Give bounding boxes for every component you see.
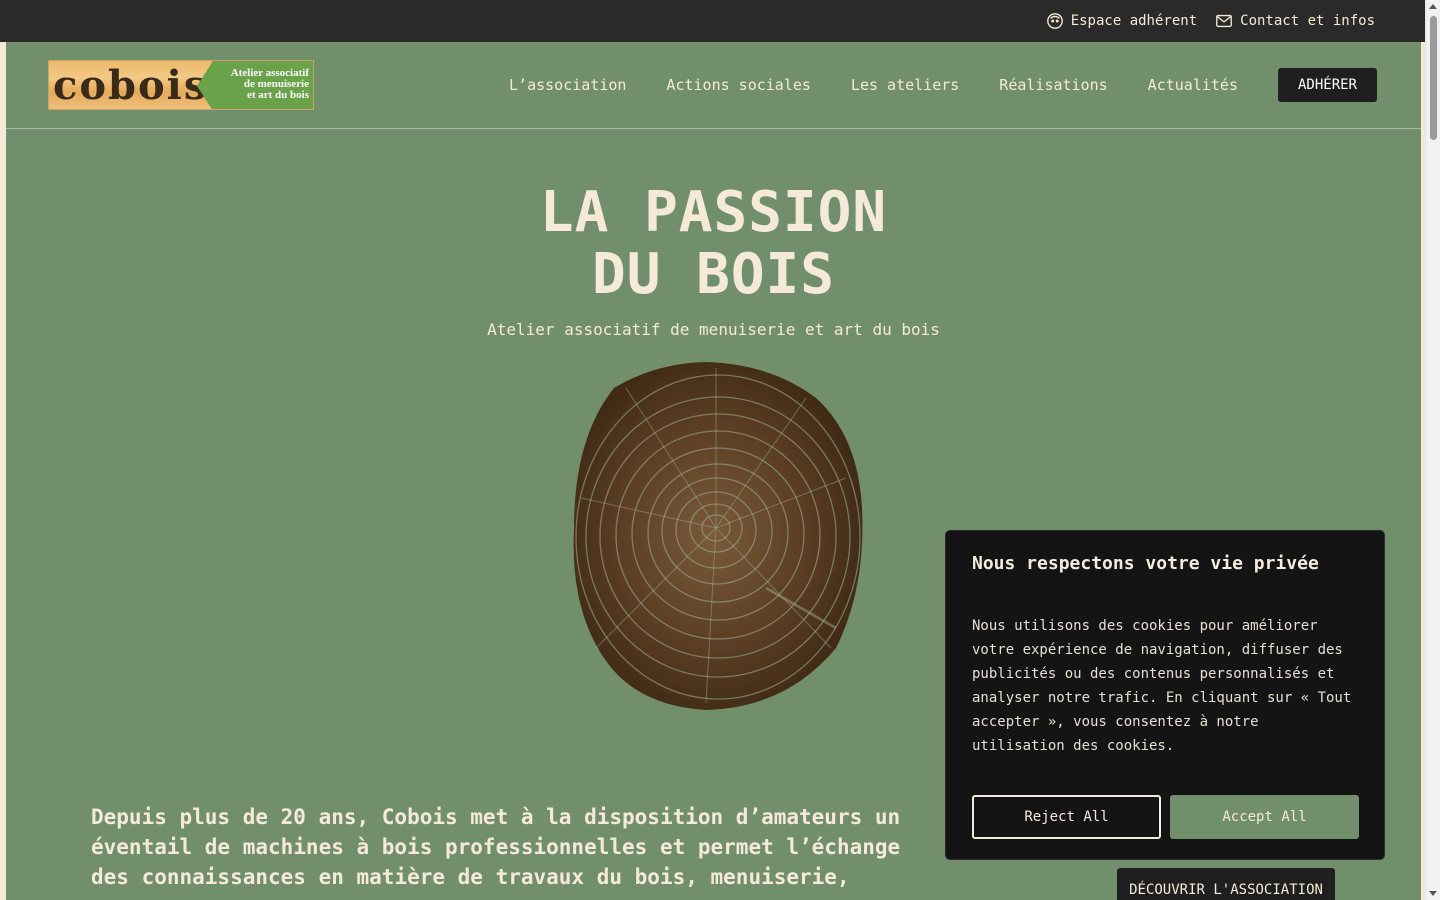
- page-scrollbar[interactable]: [1425, 0, 1440, 900]
- top-bar: Espace adhérent Contact et infos: [0, 0, 1425, 42]
- site-logo[interactable]: cobois Atelier associatif de menuiserie …: [48, 60, 314, 110]
- nav-item-news[interactable]: Actualités: [1148, 76, 1238, 94]
- nav-item-workshops[interactable]: Les ateliers: [851, 76, 959, 94]
- intro-text: Depuis plus de 20 ans, Cobois met à la d…: [91, 805, 901, 889]
- join-button[interactable]: ADHÉRER: [1277, 68, 1377, 102]
- discover-association-button[interactable]: DÉCOUVRIR L'ASSOCIATION: [1117, 868, 1335, 900]
- cookie-title: Nous respectons votre vie privée: [972, 553, 1319, 574]
- main-nav: L’association Actions sociales Les ateli…: [509, 68, 1377, 102]
- logo-tagline-line3: et art du bois: [246, 89, 309, 101]
- nav-item-achievements[interactable]: Réalisations: [999, 76, 1107, 94]
- hero-subtitle: Atelier associatif de menuiserie et art …: [487, 320, 940, 339]
- logo-tagline: Atelier associatif de menuiserie et art …: [212, 61, 313, 109]
- member-area-label: Espace adhérent: [1070, 13, 1198, 29]
- nav-item-association[interactable]: L’association: [509, 76, 626, 94]
- logo-wordmark: cobois: [49, 61, 213, 109]
- hero-title-line2: DU BOIS: [591, 242, 835, 307]
- face-icon: [1046, 13, 1063, 29]
- scrollbar-thumb[interactable]: [1430, 16, 1437, 140]
- nav-item-social-actions[interactable]: Actions sociales: [666, 76, 811, 94]
- contact-label: Contact et infos: [1240, 13, 1375, 29]
- cookie-buttons: Reject All Accept All: [972, 795, 1359, 839]
- scroll-up-arrow-icon[interactable]: [1429, 4, 1437, 9]
- hero-title: LA PASSION DU BOIS: [6, 182, 1421, 306]
- accept-all-button[interactable]: Accept All: [1170, 795, 1359, 839]
- contact-link[interactable]: Contact et infos: [1215, 12, 1375, 30]
- member-area-link[interactable]: Espace adhérent: [1046, 12, 1197, 30]
- cookie-consent-banner: Nous respectons votre vie privée Nous ut…: [945, 530, 1385, 860]
- reject-all-button[interactable]: Reject All: [972, 795, 1161, 839]
- tree-stump-rings-image: [573, 362, 863, 710]
- mail-icon: [1216, 14, 1233, 28]
- scroll-down-arrow-icon[interactable]: [1429, 891, 1437, 896]
- cookie-body: Nous utilisons des cookies pour améliore…: [972, 618, 1352, 754]
- hero-title-line1: LA PASSION: [539, 180, 888, 245]
- site-header: cobois Atelier associatif de menuiserie …: [6, 42, 1421, 129]
